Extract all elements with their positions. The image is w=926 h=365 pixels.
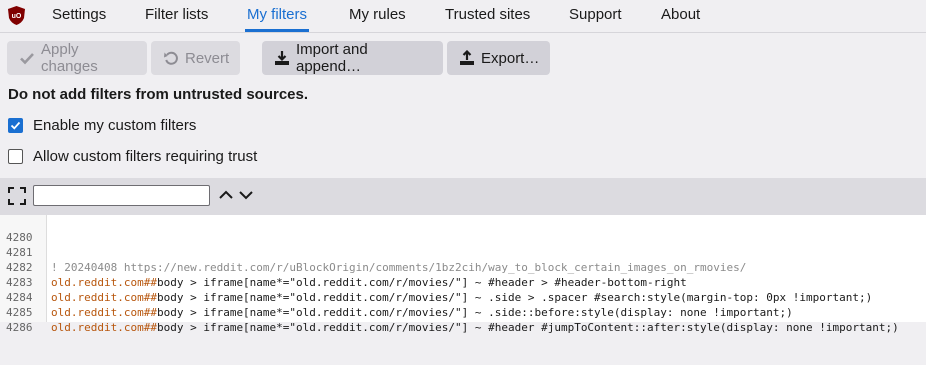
import-append-label: Import and append… <box>296 41 368 75</box>
filter-domain: old.reddit.com <box>51 321 144 334</box>
enable-custom-filters-checkbox[interactable] <box>8 118 23 133</box>
tab-my-rules[interactable]: My rules <box>347 0 408 32</box>
filter-editor[interactable]: 4280 4281 ! 20240408 https://new.reddit.… <box>0 215 926 334</box>
filter-separator: ## <box>143 321 157 334</box>
apply-changes-label: Apply changes <box>41 41 98 75</box>
untrusted-warning: Do not add filters from untrusted source… <box>8 86 309 103</box>
allow-trust-checkbox[interactable] <box>8 149 23 164</box>
export-button[interactable]: Export… <box>447 41 550 75</box>
import-icon <box>275 51 289 65</box>
chevron-up-icon[interactable] <box>218 187 234 203</box>
tab-filter-lists[interactable]: Filter lists <box>143 0 210 32</box>
undo-icon <box>164 51 178 65</box>
chevron-down-icon[interactable] <box>238 187 254 203</box>
tab-bar: uO Settings Filter lists My filters My r… <box>0 0 926 33</box>
editor-line: 4286 <box>0 305 926 334</box>
tab-trusted-sites[interactable]: Trusted sites <box>443 0 532 32</box>
export-icon <box>460 50 474 65</box>
editor-search-bar <box>0 178 926 215</box>
checkmark-icon <box>20 53 34 65</box>
tab-support[interactable]: Support <box>567 0 624 32</box>
editor-line: 4283 old.reddit.com##body > iframe[name*… <box>0 260 926 304</box>
allow-trust-label: Allow custom filters requiring trust <box>33 148 258 165</box>
revert-label: Revert <box>185 49 230 67</box>
search-input[interactable] <box>33 185 210 206</box>
checkmark-icon <box>10 121 21 130</box>
editor-line: 4282 old.reddit.com##body > iframe[name*… <box>0 245 926 289</box>
allow-trust-option[interactable]: Allow custom filters requiring trust <box>8 148 257 165</box>
tab-settings[interactable]: Settings <box>50 0 108 32</box>
apply-changes-button[interactable]: Apply changes <box>7 41 147 75</box>
filter-selector: body > iframe[name*="old.reddit.com/r/mo… <box>156 321 899 334</box>
enable-custom-filters-label: Enable my custom filters <box>33 117 197 134</box>
import-append-button[interactable]: Import and append… <box>262 41 443 75</box>
editor-line: 4284 old.reddit.com##body > iframe[name*… <box>0 275 926 319</box>
enable-custom-filters-option[interactable]: Enable my custom filters <box>8 117 196 134</box>
line-number: 4286 <box>6 321 33 334</box>
svg-text:uO: uO <box>12 13 22 20</box>
export-label: Export… <box>481 49 540 67</box>
revert-button[interactable]: Revert <box>151 41 240 75</box>
line-code: old.reddit.com##body > iframe[name*="old… <box>51 320 899 335</box>
editor-line: 4281 ! 20240408 https://new.reddit.com/r… <box>0 230 926 274</box>
editor-line: 4280 <box>0 215 926 244</box>
ublock-logo-icon: uO <box>8 6 25 25</box>
tab-about[interactable]: About <box>659 0 702 32</box>
fullscreen-icon[interactable] <box>8 187 26 205</box>
editor-line: 4285 old.reddit.com##body > iframe[name*… <box>0 290 926 334</box>
tab-my-filters[interactable]: My filters <box>245 0 309 32</box>
